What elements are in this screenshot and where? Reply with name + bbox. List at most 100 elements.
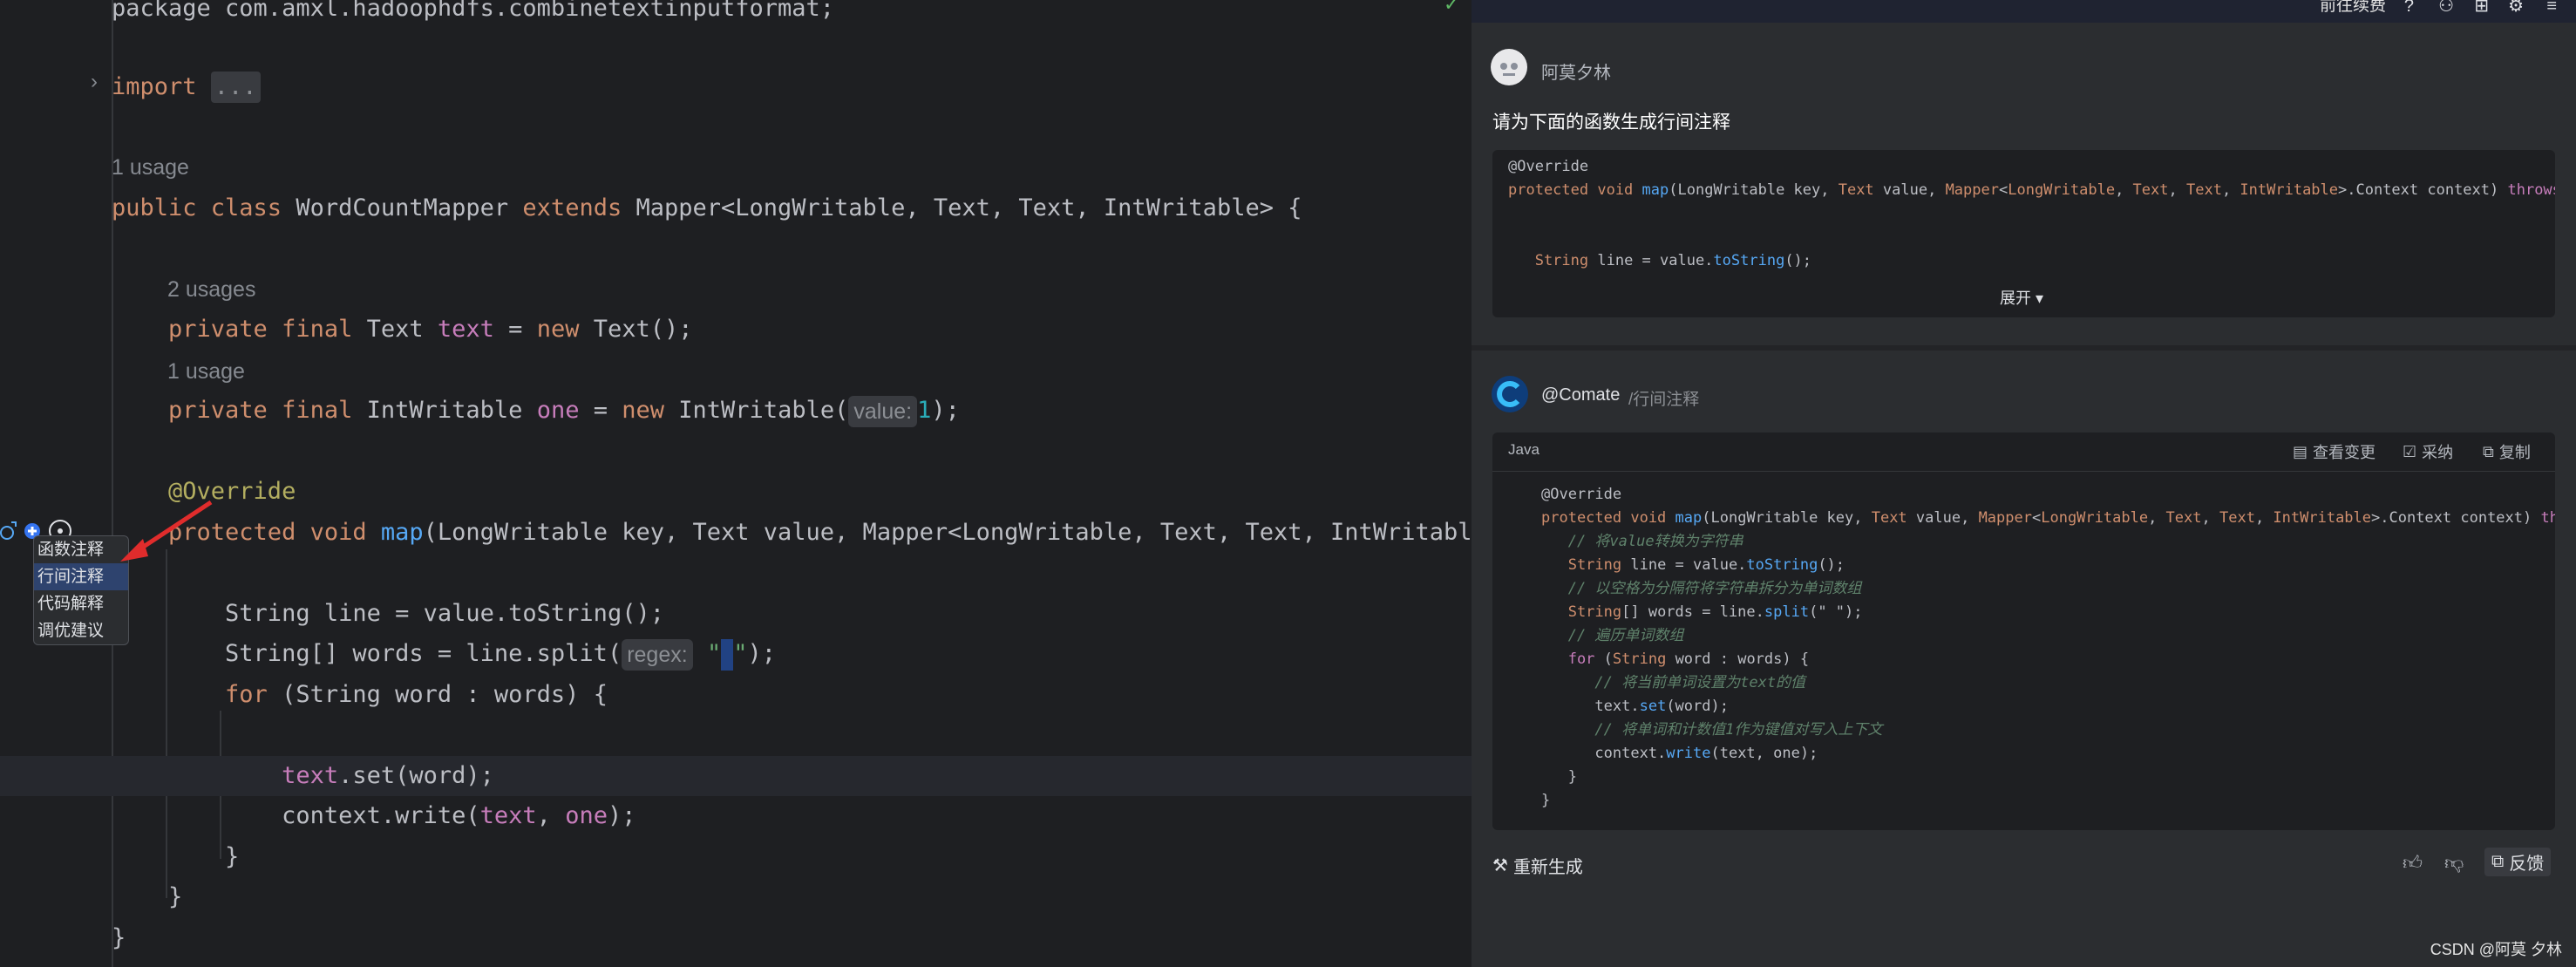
code-token: String[] words = line.split( — [112, 640, 622, 667]
code-token: (); — [1784, 252, 1812, 269]
code-token: public class — [112, 194, 296, 221]
feedback-button[interactable]: ⧉ 反馈 — [2484, 848, 2552, 876]
help-icon[interactable]: ? — [2404, 0, 2414, 15]
code-line-text-set[interactable]: text.set(word); — [112, 756, 494, 796]
code-editor[interactable]: package com.amxl.hadoophdfs.combinetexti… — [0, 0, 1472, 967]
thumbs-down-icon[interactable]: 👎︎ — [2444, 851, 2464, 875]
layout-icon[interactable]: ⊞ — [2474, 0, 2489, 15]
feedback-icon: ⧉ — [2491, 852, 2505, 871]
code-token: one — [536, 397, 580, 424]
code-token: Mapper — [1945, 181, 1999, 199]
code-line: text.set(word); — [1541, 695, 1729, 718]
code-token: = — [493, 316, 537, 343]
code-token: ... — [210, 72, 261, 103]
code-line: for (String word : words) { — [1541, 648, 1809, 671]
usage-hint[interactable]: 1 usage — [112, 150, 189, 185]
code-token: String — [1541, 603, 1622, 621]
code-token: .set(word); — [338, 762, 494, 789]
code-token: , — [2254, 509, 2274, 527]
code-line: // 将当前单词设置为text的值 — [1541, 671, 1805, 695]
code-token: (text, one); — [1710, 745, 1818, 762]
regenerate-button[interactable]: ⚒ 重新生成 — [1492, 853, 1583, 878]
code-line-for-loop[interactable]: for (String word : words) { — [112, 675, 608, 715]
user-message: 阿莫夕林 请为下面的函数生成行间注释 @Override protected vo… — [1472, 23, 2576, 345]
code-line-close-method[interactable]: } — [112, 877, 182, 917]
code-token: // 将value转换为字符串 — [1541, 533, 1743, 550]
code-line: String[] words = line.split(" "); — [1541, 601, 1863, 624]
code-token: import — [112, 73, 211, 100]
code-token: text — [437, 316, 494, 343]
code-token: LongWritable — [2041, 509, 2149, 527]
code-token: String line = value.toString(); — [112, 600, 664, 627]
code-line-text-field[interactable]: private final Text text = new Text(); — [112, 310, 693, 350]
code-token: Text(); — [593, 316, 693, 343]
check-mark-icon: ✓ — [1444, 0, 1460, 15]
view-changes-button[interactable]: ▤ 查看变更 — [2293, 440, 2375, 463]
code-token: } — [1541, 768, 1577, 786]
code-token: // 以空格为分隔符将字符串拆分为单词数组 — [1541, 580, 1862, 597]
menu-item-optimize[interactable]: 调优建议 — [34, 617, 128, 644]
code-line: // 遍历单词数组 — [1541, 624, 1684, 648]
code-line-line-var[interactable]: String line = value.toString(); — [112, 594, 664, 634]
code-line: // 将value转换为字符串 — [1541, 530, 1743, 554]
code-token: word : words) { — [1666, 650, 1810, 668]
copy-button[interactable]: ⧉ 复制 — [2483, 440, 2531, 463]
code-token: toString — [1713, 252, 1785, 269]
code-line-import[interactable]: import ... — [112, 67, 261, 107]
code-line: } — [1541, 789, 1550, 813]
code-token: line = value. — [1621, 556, 1747, 574]
code-line-class[interactable]: public class WordCountMapper extends Map… — [112, 188, 1302, 228]
code-line-close-class[interactable]: } — [112, 918, 126, 958]
code-token: IntWritable — [366, 397, 537, 424]
code-token: Text — [1838, 181, 1874, 199]
code-token: LongWritable — [2008, 181, 2116, 199]
code-line-words-var[interactable]: String[] words = line.split(regex: " "); — [112, 634, 776, 674]
code-token: @Override — [1541, 486, 1622, 503]
code-token: (word); — [1666, 698, 1729, 715]
code-token: value: — [848, 395, 918, 427]
code-token: protected void — [1541, 509, 1675, 527]
code-token: one — [565, 802, 608, 829]
gear-icon[interactable]: ⚙ — [2508, 0, 2524, 15]
code-token: toString — [1746, 556, 1818, 574]
code-token: new — [536, 316, 594, 343]
code-token: value, — [1907, 509, 1979, 527]
code-line-one-field[interactable]: private final IntWritable one = new IntW… — [112, 391, 960, 431]
code-token: protected void — [1508, 181, 1642, 199]
assistant-command: /行间注释 — [1628, 391, 1700, 409]
code-token: value, — [1873, 181, 1946, 199]
user-settings-icon[interactable]: ⚇ — [2438, 0, 2454, 15]
menu-icon[interactable]: ≡ — [2546, 0, 2557, 15]
panel-topbar: 前往续费 ? ⚇ ⊞ ⚙ ≡ — [1472, 0, 2576, 23]
code-line-context-write[interactable]: context.write(text, one); — [112, 796, 636, 836]
renew-link[interactable]: 前往续费 — [2320, 0, 2386, 14]
code-token: String — [1508, 252, 1589, 269]
code-line-close-for[interactable]: } — [112, 837, 239, 877]
code-token: (" "); — [1809, 603, 1863, 621]
fold-chevron-icon[interactable]: › — [91, 70, 98, 94]
assistant-name: @Comate — [1541, 385, 1621, 405]
code-token: context. — [1541, 745, 1667, 762]
code-token: } — [112, 883, 183, 910]
code-token: line = value. — [1588, 252, 1714, 269]
code-token: , — [2115, 181, 2133, 199]
code-token: " — [692, 640, 722, 667]
code-line: protected void map(LongWritable key, Tex… — [1508, 179, 2555, 202]
code-token: throws — [2540, 509, 2555, 527]
menu-item-code-explain[interactable]: 代码解释 — [34, 590, 128, 617]
copy-icon: ⧉ — [2483, 442, 2494, 460]
code-token: String — [1612, 650, 1667, 668]
usage-hint[interactable]: 2 usages — [167, 272, 255, 307]
expand-button[interactable]: 展开 ▾ — [2000, 286, 2043, 309]
adopt-button[interactable]: ☑ 采纳 — [2403, 440, 2453, 463]
watermark: CSDN @阿莫 夕林 — [2430, 941, 2562, 958]
code-token: for — [1541, 650, 1595, 668]
usage-hint[interactable]: 1 usage — [167, 354, 245, 389]
code-token: 1 — [917, 397, 932, 424]
menu-item-inline-comment[interactable]: 行间注释 — [34, 563, 128, 590]
code-line-package[interactable]: package com.amxl.hadoophdfs.combinetexti… — [112, 0, 834, 29]
code-token: Text — [2165, 509, 2202, 527]
code-line-map-signature[interactable]: protected void map(LongWritable key, Tex… — [112, 513, 1472, 553]
thumbs-up-icon[interactable]: 👍︎ — [2403, 851, 2423, 875]
run-gutter-icon[interactable] — [0, 521, 17, 541]
